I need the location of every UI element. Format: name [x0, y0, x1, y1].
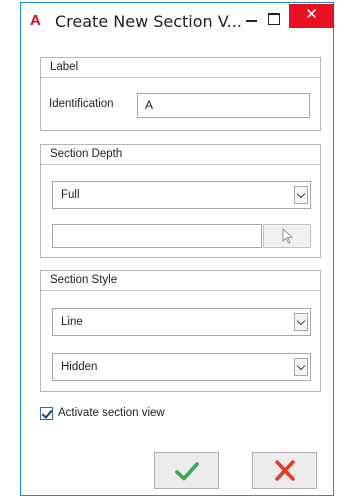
style-select-value: Line: [61, 316, 83, 328]
close-button[interactable]: ✕: [289, 4, 334, 28]
chevron-down-icon[interactable]: [294, 186, 308, 204]
identification-input[interactable]: A: [137, 93, 310, 118]
depth-distance-input[interactable]: [52, 224, 262, 248]
activate-checkbox[interactable]: [40, 407, 53, 420]
line-type-select-value: Hidden: [61, 361, 98, 373]
style-select[interactable]: Line: [52, 308, 311, 336]
line-type-select[interactable]: Hidden: [52, 353, 311, 381]
group-header-label: Label: [41, 58, 320, 78]
group-header-section-style: Section Style: [41, 271, 320, 291]
window-title: Create New Section V...: [55, 12, 242, 31]
chevron-down-icon[interactable]: [294, 313, 308, 331]
x-icon: [275, 460, 295, 481]
cancel-button[interactable]: [252, 452, 317, 489]
pick-point-button[interactable]: [263, 224, 311, 248]
section-style-group: Section Style Line Hidden: [40, 270, 321, 392]
cursor-arrow-icon: [282, 228, 294, 244]
autocad-app-icon: A: [30, 12, 41, 29]
minimize-button[interactable]: [241, 9, 263, 29]
maximize-button[interactable]: [263, 9, 285, 29]
checkmark-icon: [175, 462, 199, 481]
depth-select[interactable]: Full: [52, 181, 311, 209]
chevron-down-icon[interactable]: [294, 358, 308, 376]
ok-button[interactable]: [154, 452, 219, 489]
title-bar[interactable]: A Create New Section V... ✕: [21, 3, 334, 39]
group-header-section-depth: Section Depth: [41, 145, 320, 165]
dialog-window: A Create New Section V... ✕ Label Identi…: [20, 2, 334, 496]
depth-select-value: Full: [61, 189, 80, 201]
activate-label[interactable]: Activate section view: [58, 407, 165, 419]
identification-label: Identification: [49, 98, 114, 110]
section-depth-group: Section Depth Full: [40, 144, 321, 258]
label-group: Label Identification A: [40, 57, 321, 131]
